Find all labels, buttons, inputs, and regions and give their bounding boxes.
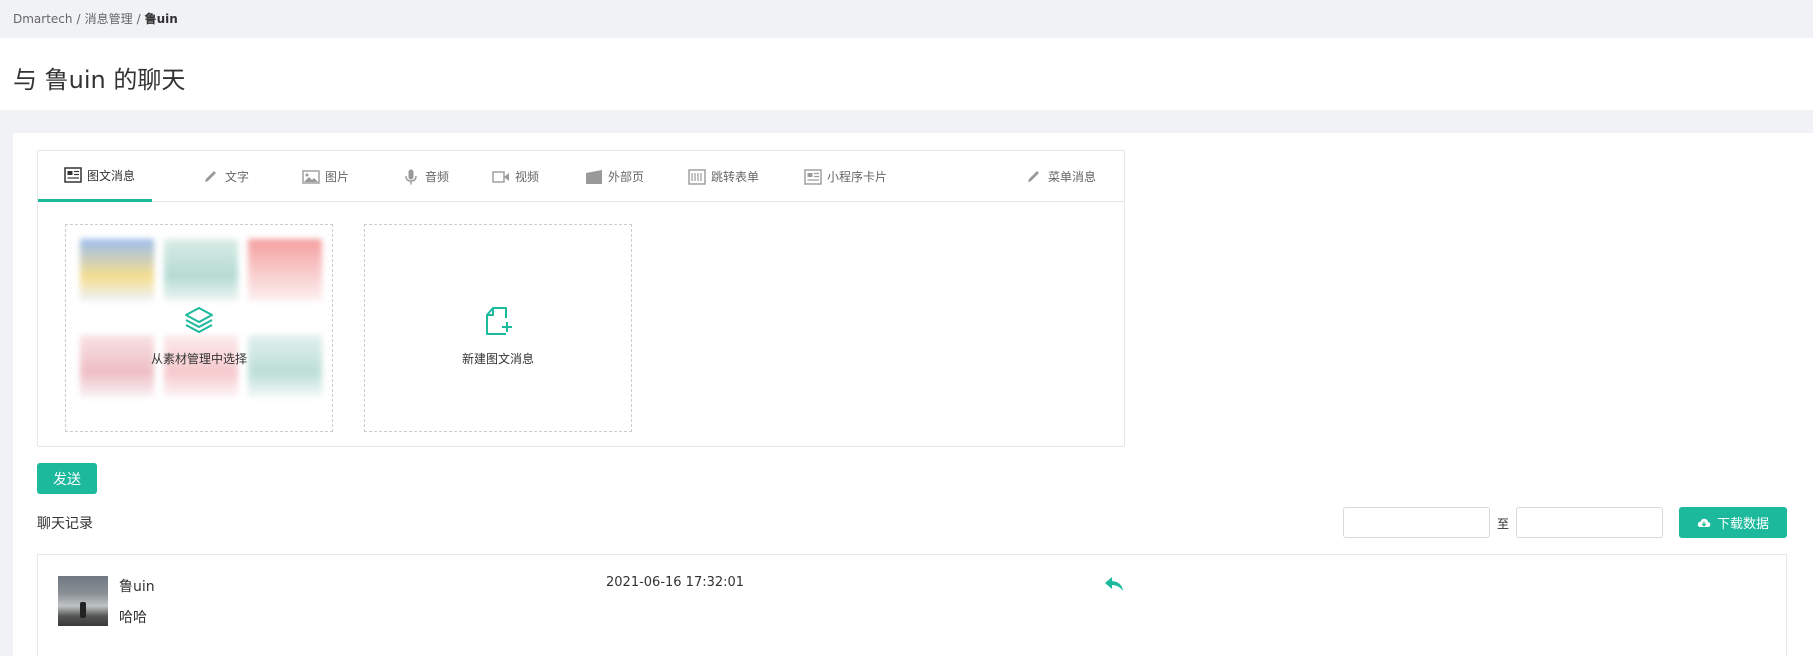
layers-icon — [183, 305, 215, 337]
cloud-download-icon — [1697, 518, 1711, 527]
tab-jump-form[interactable]: 跳转表单 — [688, 151, 759, 202]
select-from-library-label: 从素材管理中选择 — [150, 352, 247, 366]
tab-mini-program-card[interactable]: 小程序卡片 — [804, 151, 887, 202]
download-data-button[interactable]: 下载数据 — [1679, 507, 1787, 538]
tab-label: 音频 — [425, 170, 450, 184]
breadcrumb: Dmartech / 消息管理 / 鲁uin — [13, 10, 178, 27]
tab-label: 菜单消息 — [1048, 170, 1097, 184]
start-date-input[interactable] — [1343, 507, 1490, 538]
tab-label: 小程序卡片 — [827, 170, 888, 184]
message-editor: 图文消息 文字 图片 音频 视频 外部页 跳转表单 小程序卡片 菜单消息 从素材… — [37, 150, 1125, 447]
chat-record-row: 鲁uin 哈哈 2021-06-16 17:32:01 — [37, 554, 1787, 656]
record-message: 哈哈 — [119, 610, 147, 626]
form-icon — [688, 168, 706, 185]
video-icon — [492, 170, 509, 183]
record-sender-name: 鲁uin — [119, 579, 155, 595]
breadcrumb-separator: / — [136, 12, 141, 26]
tab-label: 跳转表单 — [711, 170, 760, 184]
tab-label: 图片 — [325, 170, 350, 184]
pencil-icon — [1028, 170, 1039, 182]
new-file-icon — [482, 305, 514, 337]
select-from-library-card[interactable]: 从素材管理中选择 — [65, 224, 333, 432]
tab-menu-message[interactable]: 菜单消息 — [1025, 151, 1096, 202]
page-header: 与 鲁uin 的聊天 — [0, 38, 1813, 110]
breadcrumb-current: 鲁uin — [144, 12, 178, 26]
external-page-icon — [586, 169, 602, 184]
image-icon — [302, 169, 320, 184]
tab-news[interactable]: 图文消息 — [38, 151, 152, 202]
chat-history-title: 聊天记录 — [37, 516, 93, 532]
date-range-separator: 至 — [1497, 517, 1510, 531]
page-title: 与 鲁uin 的聊天 — [13, 66, 186, 94]
create-news-card[interactable]: 新建图文消息 — [364, 224, 632, 432]
tab-image[interactable]: 图片 — [302, 151, 349, 202]
tab-audio[interactable]: 音频 — [402, 151, 449, 202]
tab-label: 外部页 — [608, 170, 645, 184]
tab-video[interactable]: 视频 — [492, 151, 539, 202]
tab-label: 视频 — [515, 170, 540, 184]
avatar — [58, 576, 108, 626]
news-icon — [64, 167, 82, 183]
mini-program-card-icon — [804, 168, 822, 185]
download-data-label: 下载数据 — [1716, 517, 1769, 532]
microphone-icon — [405, 169, 417, 184]
tab-label: 文字 — [225, 170, 250, 184]
reply-icon[interactable] — [1103, 574, 1125, 594]
breadcrumb-item-message-management[interactable]: 消息管理 — [85, 12, 133, 26]
end-date-input[interactable] — [1516, 507, 1663, 538]
message-type-tabs: 图文消息 文字 图片 音频 视频 外部页 跳转表单 小程序卡片 菜单消息 — [38, 151, 1124, 202]
tab-label: 图文消息 — [87, 168, 136, 183]
tab-text[interactable]: 文字 — [202, 151, 249, 202]
main-content: 图文消息 文字 图片 音频 视频 外部页 跳转表单 小程序卡片 菜单消息 从素材… — [13, 133, 1813, 656]
record-timestamp: 2021-06-16 17:32:01 — [606, 575, 745, 590]
breadcrumb-separator: / — [76, 12, 81, 26]
send-button[interactable]: 发送 — [37, 463, 97, 494]
pencil-icon — [205, 170, 216, 182]
breadcrumb-item-dmartech[interactable]: Dmartech — [13, 12, 73, 26]
tab-external-page[interactable]: 外部页 — [585, 151, 644, 202]
create-news-label: 新建图文消息 — [461, 352, 534, 366]
